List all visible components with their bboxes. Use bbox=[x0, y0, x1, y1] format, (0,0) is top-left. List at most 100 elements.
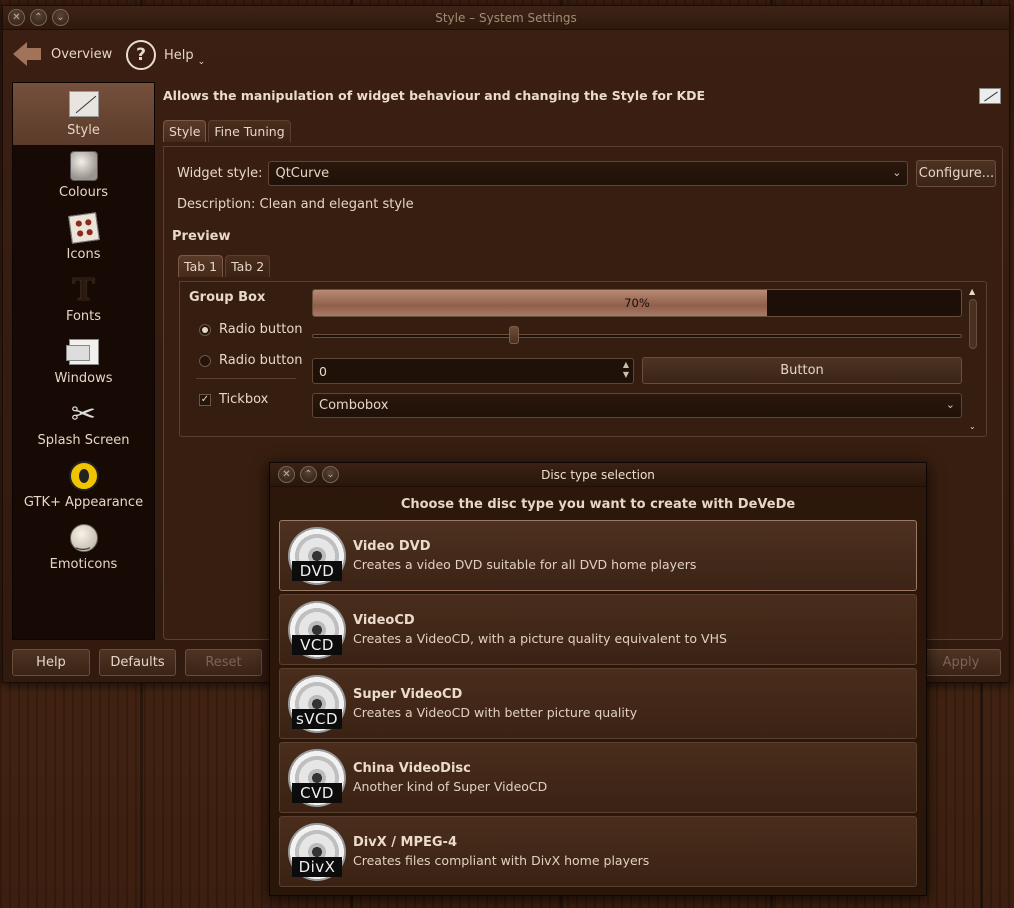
sidebar-item-label: Colours bbox=[59, 185, 108, 200]
disc-option-videocd[interactable]: VCD VideoCD Creates a VideoCD, with a pi… bbox=[279, 594, 917, 665]
disc-icon: DVD bbox=[288, 527, 346, 585]
sidebar-item-label: Fonts bbox=[65, 309, 102, 324]
sidebar-item-label: Icons bbox=[66, 247, 101, 262]
tab-preview-1[interactable]: Tab 1 bbox=[178, 255, 224, 277]
disc-type-list: DVD Video DVD Creates a video DVD suitab… bbox=[279, 520, 917, 890]
icons-icon bbox=[67, 211, 101, 245]
separator bbox=[196, 378, 296, 379]
help-label: Help bbox=[164, 47, 194, 63]
disc-badge: sVCD bbox=[292, 709, 342, 729]
configure-button[interactable]: Configure... bbox=[916, 160, 997, 187]
spinbox[interactable]: 0 ▲ ▼ bbox=[312, 358, 634, 384]
scroll-down-icon[interactable]: ⌄ bbox=[969, 422, 976, 431]
combobox-value: Combobox bbox=[319, 398, 389, 413]
disc-title: VideoCD bbox=[353, 613, 415, 628]
sidebar-item-style[interactable]: Style bbox=[13, 83, 154, 145]
disc-option-divx-mpeg4[interactable]: DivX DivX / MPEG-4 Creates files complia… bbox=[279, 816, 917, 887]
disc-description: Creates a VideoCD with better picture qu… bbox=[353, 705, 638, 720]
checkmark-icon: ✓ bbox=[199, 393, 211, 406]
disc-icon: VCD bbox=[288, 601, 346, 659]
radio-off-icon bbox=[199, 354, 211, 367]
group-box-title: Group Box bbox=[189, 290, 266, 305]
help-button[interactable]: Help bbox=[12, 649, 90, 676]
window-title: Style – System Settings bbox=[435, 11, 577, 25]
title-bar: ✕ ⌃ ⌄ Style – System Settings bbox=[3, 6, 1009, 30]
disc-option-china-videodisc[interactable]: CVD China VideoDisc Another kind of Supe… bbox=[279, 742, 917, 813]
chevron-down-icon: ⌄ bbox=[892, 166, 902, 179]
slider-track[interactable] bbox=[312, 334, 962, 338]
bottom-button-row: Help Defaults Reset bbox=[12, 649, 262, 676]
style-icon bbox=[67, 87, 101, 121]
chevron-down-icon: ⌄ bbox=[945, 398, 955, 411]
disc-badge: DivX bbox=[292, 857, 342, 877]
tickbox[interactable]: ✓ Tickbox bbox=[199, 392, 268, 407]
preview-label: Preview bbox=[172, 229, 231, 244]
radio-button-1[interactable]: Radio button bbox=[199, 322, 303, 337]
widget-style-value: QtCurve bbox=[275, 166, 330, 181]
help-menu-button[interactable]: ? Help ⌄ bbox=[126, 40, 205, 70]
dialog-heading: Choose the disc type you want to create … bbox=[400, 497, 796, 512]
sidebar-item-emoticons[interactable]: Emoticons bbox=[13, 517, 154, 579]
style-description: Description: Clean and elegant style bbox=[177, 197, 414, 212]
preview-tabbar: Tab 1 Tab 2 bbox=[178, 255, 271, 277]
sidebar-item-windows[interactable]: Windows bbox=[13, 331, 154, 393]
sidebar-item-splash-screen[interactable]: ✂ Splash Screen bbox=[13, 393, 154, 455]
radio-button-2[interactable]: Radio button bbox=[199, 353, 303, 368]
preview-pane: Group Box Radio button Radio button ✓ Ti… bbox=[179, 281, 987, 437]
disc-badge: CVD bbox=[292, 783, 342, 803]
preview-combobox[interactable]: Combobox ⌄ bbox=[312, 393, 962, 418]
radio-label: Radio button bbox=[219, 353, 303, 368]
sidebar-item-label: Emoticons bbox=[49, 557, 118, 572]
toolbar: Overview ? Help ⌄ bbox=[3, 30, 1009, 82]
windows-icon bbox=[65, 335, 101, 369]
gtk-icon bbox=[67, 459, 101, 493]
style-module-icon bbox=[979, 88, 1001, 104]
radio-on-icon bbox=[199, 323, 211, 336]
widget-style-label: Widget style: bbox=[177, 166, 263, 181]
progress-text: 70% bbox=[624, 296, 650, 310]
slider-handle[interactable] bbox=[508, 326, 519, 344]
tab-preview-2[interactable]: Tab 2 bbox=[225, 255, 271, 277]
disc-title: DivX / MPEG-4 bbox=[353, 835, 457, 850]
sidebar-item-colours[interactable]: Colours bbox=[13, 145, 154, 207]
disc-type-dialog: ✕ ⌃ ⌄ Disc type selection Choose the dis… bbox=[269, 462, 927, 896]
reset-button[interactable]: Reset bbox=[185, 649, 262, 676]
disc-badge: DVD bbox=[292, 561, 342, 581]
sidebar-item-label: Style bbox=[67, 123, 100, 138]
widget-style-combo[interactable]: QtCurve ⌄ bbox=[268, 161, 909, 186]
disc-option-video-dvd[interactable]: DVD Video DVD Creates a video DVD suitab… bbox=[279, 520, 917, 591]
tab-style[interactable]: Style bbox=[163, 120, 207, 142]
disc-title: China VideoDisc bbox=[353, 761, 471, 776]
sidebar-item-gtk-appearance[interactable]: GTK+ Appearance bbox=[13, 455, 154, 517]
disc-badge: VCD bbox=[292, 635, 342, 655]
preview-button[interactable]: Button bbox=[642, 357, 962, 384]
disc-title: Video DVD bbox=[353, 539, 431, 554]
sidebar-item-label: GTK+ Appearance bbox=[23, 495, 144, 510]
disc-description: Creates a VideoCD, with a picture qualit… bbox=[353, 631, 727, 646]
disc-description: Another kind of Super VideoCD bbox=[353, 779, 548, 794]
widget-style-row: Widget style: QtCurve ⌄ Configure... bbox=[177, 160, 997, 187]
disc-icon: sVCD bbox=[288, 675, 346, 733]
help-icon: ? bbox=[126, 40, 156, 70]
sidebar-item-icons[interactable]: Icons bbox=[13, 207, 154, 269]
dialog-title: Disc type selection bbox=[541, 468, 655, 482]
overview-button[interactable]: Overview bbox=[13, 40, 112, 68]
emoticons-icon bbox=[67, 521, 101, 555]
disc-description: Creates files compliant with DivX home p… bbox=[353, 853, 650, 868]
defaults-button[interactable]: Defaults bbox=[99, 649, 176, 676]
disc-icon: CVD bbox=[288, 749, 346, 807]
disc-icon: DivX bbox=[288, 823, 346, 881]
settings-tabbar: Style Fine Tuning bbox=[163, 120, 291, 142]
scroll-thumb[interactable] bbox=[969, 299, 977, 349]
scroll-up-icon[interactable]: ▲ bbox=[969, 287, 975, 296]
apply-button[interactable]: Apply bbox=[921, 649, 1001, 676]
spin-arrows-icon[interactable]: ▲ ▼ bbox=[623, 360, 629, 380]
disc-description: Creates a video DVD suitable for all DVD… bbox=[353, 557, 697, 572]
disc-option-super-videocd[interactable]: sVCD Super VideoCD Creates a VideoCD wit… bbox=[279, 668, 917, 739]
preview-scrollbar[interactable]: ▲ ⌄ bbox=[966, 287, 980, 431]
tab-fine-tuning[interactable]: Fine Tuning bbox=[208, 120, 291, 142]
dialog-title-bar: ✕ ⌃ ⌄ Disc type selection bbox=[270, 463, 926, 487]
sidebar-item-fonts[interactable]: T Fonts bbox=[13, 269, 154, 331]
dropdown-caret-icon: ⌄ bbox=[197, 57, 206, 67]
back-arrow-icon bbox=[13, 40, 43, 68]
